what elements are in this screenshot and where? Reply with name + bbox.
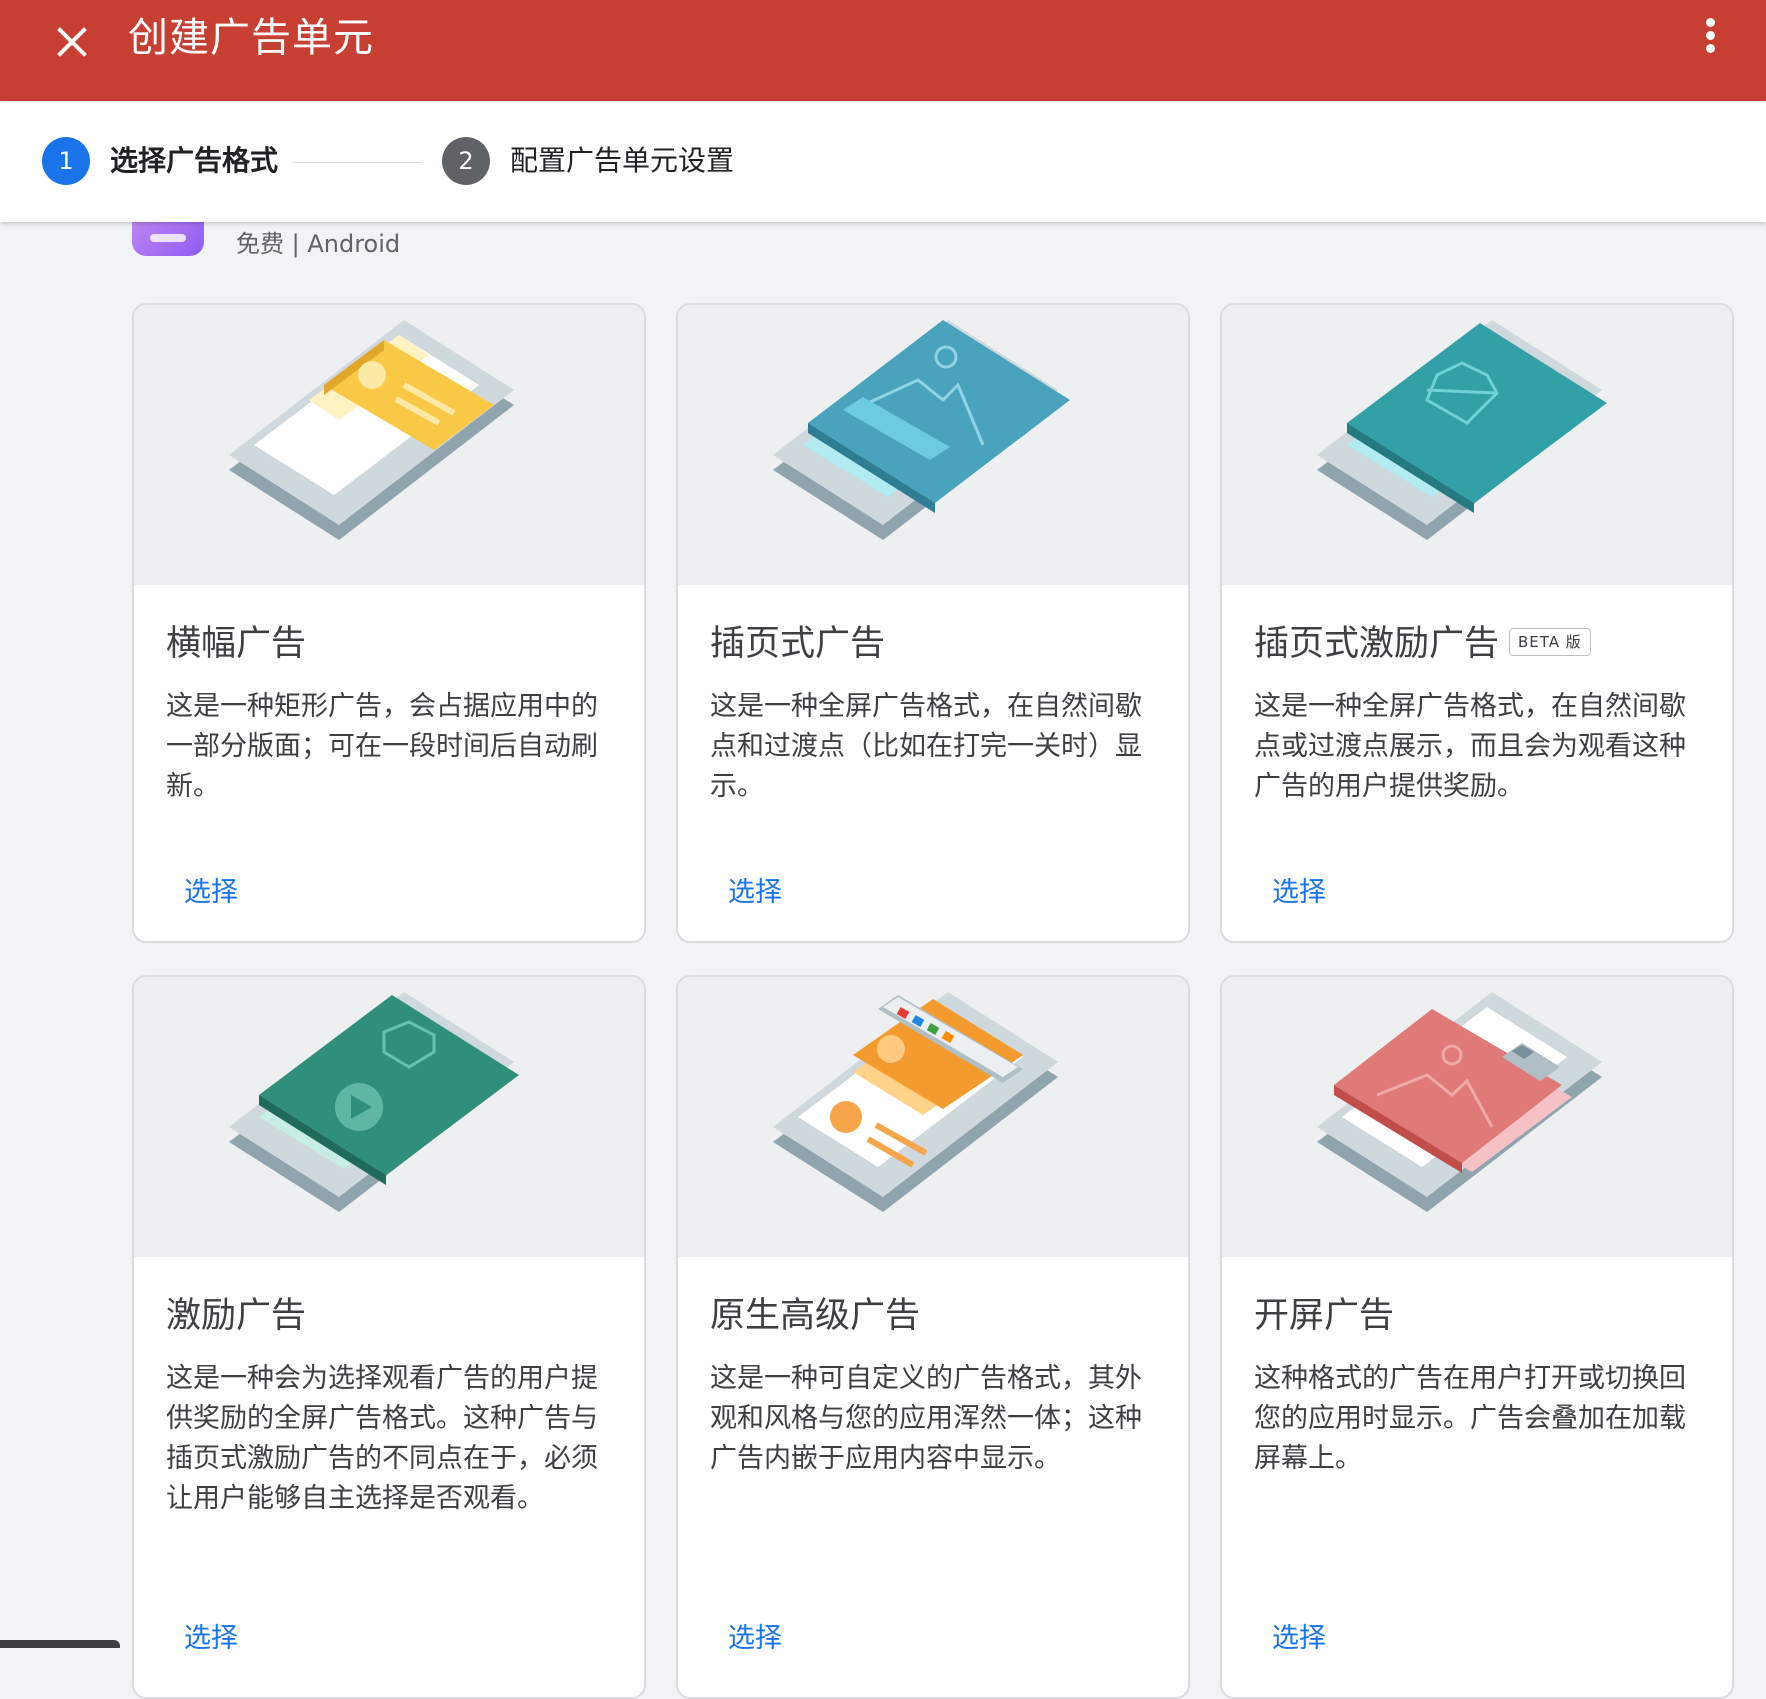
step-connector: [292, 162, 422, 163]
card-title: 激励广告: [166, 1296, 307, 1336]
close-icon[interactable]: [50, 20, 94, 64]
ad-format-card-interstitial[interactable]: 插页式广告 这是一种全屏广告格式，在自然间歇点和过渡点（比如在打完一关时）显示。…: [676, 303, 1190, 943]
ad-format-card-app-open[interactable]: 开屏广告 这种格式的广告在用户打开或切换回您的应用时显示。广告会叠加在加载屏幕上…: [1220, 975, 1734, 1699]
ad-format-card-banner[interactable]: 横幅广告 这是一种矩形广告，会占据应用中的一部分版面；可在一段时间后自动刷新。 …: [132, 303, 646, 943]
card-description: 这是一种矩形广告，会占据应用中的一部分版面；可在一段时间后自动刷新。: [166, 691, 598, 802]
step-1-number[interactable]: 1: [42, 137, 90, 185]
step-1-label[interactable]: 选择广告格式: [110, 143, 278, 179]
more-vert-icon[interactable]: [1700, 14, 1720, 58]
card-title: 横幅广告: [166, 624, 307, 664]
rewarded-interstitial-illustration: [1222, 305, 1732, 585]
select-button[interactable]: 选择: [728, 875, 782, 911]
card-description: 这是一种可自定义的广告格式，其外观和风格与您的应用浑然一体；这种广告内嵌于应用内…: [710, 1363, 1142, 1474]
card-description: 这是一种全屏广告格式，在自然间歇点和过渡点（比如在打完一关时）显示。: [710, 691, 1142, 802]
select-button[interactable]: 选择: [184, 1621, 238, 1657]
select-button[interactable]: 选择: [728, 1621, 782, 1657]
step-2-number[interactable]: 2: [442, 137, 490, 185]
ad-format-card-native-advanced[interactable]: 原生高级广告 这是一种可自定义的广告格式，其外观和风格与您的应用浑然一体；这种广…: [676, 975, 1190, 1699]
native-advanced-illustration: [678, 977, 1188, 1257]
card-description: 这种格式的广告在用户打开或切换回您的应用时显示。广告会叠加在加载屏幕上。: [1254, 1363, 1686, 1474]
step-2-label[interactable]: 配置广告单元设置: [510, 143, 734, 179]
beta-badge: BETA 版: [1509, 628, 1591, 656]
ad-format-card-rewarded[interactable]: 激励广告 这是一种会为选择观看广告的用户提供奖励的全屏广告格式。这种广告与插页式…: [132, 975, 646, 1699]
card-title: 原生高级广告: [710, 1296, 921, 1336]
rewarded-illustration: [134, 977, 644, 1257]
top-app-bar: 创建广告单元: [0, 0, 1766, 101]
select-button[interactable]: 选择: [184, 875, 238, 911]
card-title: 插页式广告: [710, 624, 886, 664]
app-meta: 免费 | Android: [236, 230, 401, 258]
page-title: 创建广告单元: [128, 15, 374, 61]
card-description: 这是一种会为选择观看广告的用户提供奖励的全屏广告格式。这种广告与插页式激励广告的…: [166, 1363, 598, 1514]
card-title: 开屏广告: [1254, 1296, 1395, 1336]
stepper: 1 选择广告格式 2 配置广告单元设置: [0, 101, 1766, 222]
interstitial-illustration: [678, 305, 1188, 585]
window-corner-tab: [0, 1640, 120, 1648]
app-open-illustration: [1222, 977, 1732, 1257]
select-button[interactable]: 选择: [1272, 875, 1326, 911]
banner-illustration: [134, 305, 644, 585]
ad-format-card-rewarded-interstitial[interactable]: 插页式激励广告 BETA 版 这是一种全屏广告格式，在自然间歇点或过渡点展示，而且…: [1220, 303, 1734, 943]
card-description: 这是一种全屏广告格式，在自然间歇点或过渡点展示，而且会为观看这种广告的用户提供奖…: [1254, 691, 1686, 802]
card-title: 插页式激励广告 BETA 版: [1254, 621, 1591, 667]
select-button[interactable]: 选择: [1272, 1621, 1326, 1657]
